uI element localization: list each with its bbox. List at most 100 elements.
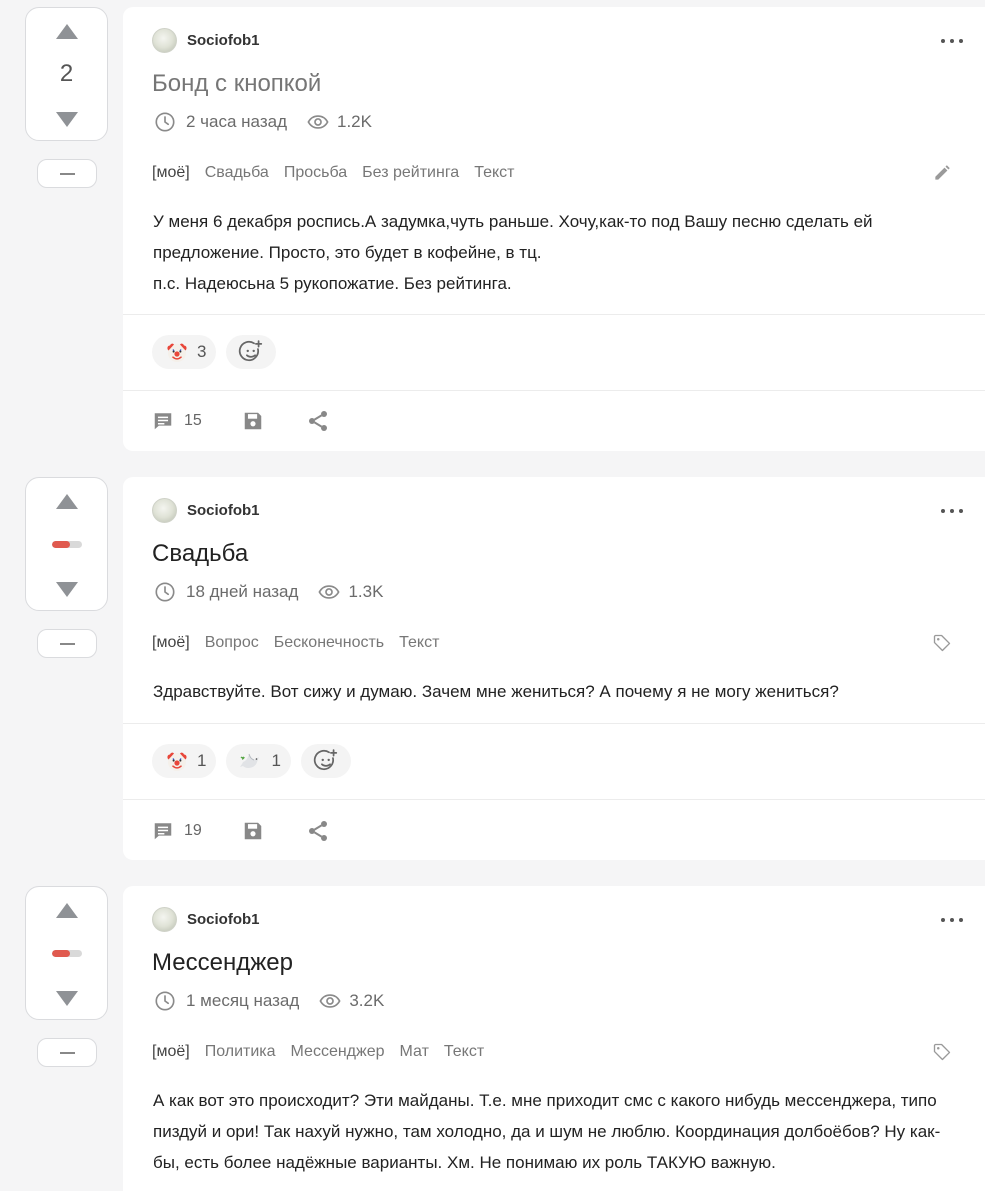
reaction-chip[interactable]: 1 <box>226 744 291 778</box>
upvote-arrow-icon[interactable] <box>56 24 78 39</box>
post-actions: 19 <box>152 819 330 843</box>
tag[interactable]: Вопрос <box>205 634 259 652</box>
tag[interactable]: Текст <box>474 164 514 182</box>
tag[interactable]: Без рейтинга <box>362 164 459 182</box>
hide-post-button[interactable] <box>37 629 97 658</box>
post-feed: 2 Sociofob1 Бонд с кнопкой 2 часа назад … <box>0 0 985 1191</box>
downvote-arrow-icon[interactable] <box>56 112 78 127</box>
rating-fill <box>52 541 70 548</box>
tag[interactable]: [моё] <box>152 1043 190 1061</box>
divider <box>123 723 985 724</box>
more-options-icon[interactable] <box>941 507 963 515</box>
divider <box>123 799 985 800</box>
tag[interactable]: [моё] <box>152 164 190 182</box>
post-body: У меня 6 декабря роспись.А задумка,чуть … <box>153 206 953 299</box>
reaction-chip[interactable]: 3 <box>152 335 217 369</box>
avatar[interactable] <box>152 497 177 523</box>
post-title[interactable]: Мессенджер <box>152 949 293 977</box>
view-count: 1.3K <box>348 582 384 601</box>
clock-icon <box>155 112 175 132</box>
save-icon <box>244 412 262 430</box>
save-button[interactable] <box>242 820 264 842</box>
post-paragraph: У меня 6 декабря роспись.А задумка,чуть … <box>153 212 873 262</box>
tag[interactable]: Текст <box>444 1043 484 1061</box>
tag-list: [моё] Вопрос Бесконечность Текст <box>152 633 454 653</box>
post-meta: 2 часа назад 1.2K <box>154 111 372 133</box>
vote-panel <box>25 477 108 611</box>
tag[interactable]: Текст <box>399 634 439 652</box>
post-title[interactable]: Свадьба <box>152 540 248 568</box>
post-meta: 18 дней назад 1.3K <box>154 581 383 603</box>
eye-icon <box>307 115 329 129</box>
share-icon <box>308 411 327 431</box>
post-card: Sociofob1 Бонд с кнопкой 2 часа назад 1.… <box>123 7 985 451</box>
tag-icon[interactable] <box>932 1042 952 1062</box>
clown-face-icon <box>167 343 187 362</box>
author-name[interactable]: Sociofob1 <box>187 502 260 519</box>
clown-face-icon <box>167 752 187 771</box>
rating-bar <box>52 541 82 548</box>
add-reaction-button[interactable] <box>300 744 351 778</box>
more-options-icon[interactable] <box>941 916 963 924</box>
tag[interactable]: Мат <box>400 1043 429 1061</box>
post-actions: 15 <box>152 409 330 433</box>
reaction-chip[interactable]: 1 <box>152 744 217 778</box>
view-count: 1.2K <box>337 112 372 131</box>
reactions: 3 <box>152 335 286 369</box>
view-count: 3.2K <box>349 991 385 1010</box>
tag[interactable]: Бесконечность <box>274 634 384 652</box>
vote-panel: 2 <box>25 7 108 141</box>
post-paragraph: Здравствуйте. Вот сижу и думаю. Зачем мн… <box>153 682 839 701</box>
author-row[interactable]: Sociofob1 <box>152 497 260 523</box>
eye-icon <box>319 994 341 1008</box>
tag[interactable]: Свадьба <box>205 164 269 182</box>
downvote-arrow-icon[interactable] <box>56 991 78 1006</box>
downvote-arrow-icon[interactable] <box>56 582 78 597</box>
dove-icon <box>240 753 260 768</box>
avatar[interactable] <box>152 906 177 932</box>
post-time: 1 месяц назад <box>186 991 300 1010</box>
divider <box>123 390 985 391</box>
share-icon <box>308 821 327 841</box>
post-time: 18 дней назад <box>186 582 299 601</box>
tag-list: [моё] Свадьба Просьба Без рейтинга Текст <box>152 163 529 183</box>
comments-button[interactable]: 15 <box>152 410 202 432</box>
hide-post-button[interactable] <box>37 159 97 188</box>
tag-list: [моё] Политика Мессенджер Мат Текст <box>152 1042 499 1062</box>
avatar[interactable] <box>152 27 177 53</box>
upvote-arrow-icon[interactable] <box>56 903 78 918</box>
share-button[interactable] <box>306 819 330 843</box>
tag[interactable]: Политика <box>205 1043 276 1061</box>
author-row[interactable]: Sociofob1 <box>152 27 260 53</box>
pencil-icon[interactable] <box>932 163 952 183</box>
more-options-icon[interactable] <box>941 37 963 45</box>
add-reaction-button[interactable] <box>226 335 277 369</box>
share-button[interactable] <box>306 409 330 433</box>
tag[interactable]: Мессенджер <box>291 1043 385 1061</box>
tag-icon[interactable] <box>932 633 952 653</box>
reaction-count: 1 <box>271 751 281 770</box>
comment-icon <box>154 823 172 840</box>
save-button[interactable] <box>242 410 264 432</box>
post-paragraph: п.с. Надеюсьна 5 рукопожатие. Без рейтин… <box>153 274 512 293</box>
tag[interactable]: Просьба <box>284 164 347 182</box>
post-meta: 1 месяц назад 3.2K <box>154 990 384 1012</box>
comments-button[interactable]: 19 <box>152 820 202 842</box>
hide-post-button[interactable] <box>37 1038 97 1067</box>
vote-panel <box>25 886 108 1020</box>
upvote-arrow-icon[interactable] <box>56 494 78 509</box>
rating-bar <box>52 950 82 957</box>
post-body: А как вот это происходит? Эти майданы. Т… <box>153 1085 953 1178</box>
tag[interactable]: [моё] <box>152 634 190 652</box>
reaction-count: 1 <box>197 751 207 770</box>
reactions: 1 1 <box>152 744 361 778</box>
clock-icon <box>155 582 175 602</box>
author-row[interactable]: Sociofob1 <box>152 906 260 932</box>
post-title[interactable]: Бонд с кнопкой <box>152 70 321 98</box>
post-card: Sociofob1 Свадьба 18 дней назад 1.3K [мо… <box>123 477 985 860</box>
post-time: 2 часа назад <box>186 112 287 131</box>
author-name[interactable]: Sociofob1 <box>187 911 260 928</box>
comment-icon <box>154 413 172 430</box>
author-name[interactable]: Sociofob1 <box>187 32 260 49</box>
comment-count: 19 <box>184 822 202 839</box>
